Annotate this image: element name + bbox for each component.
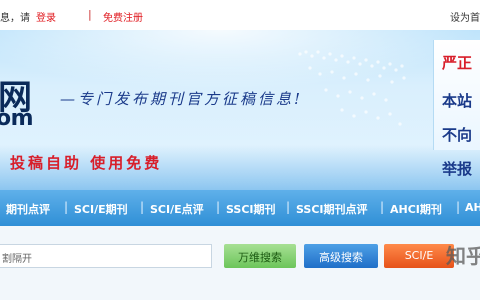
- nav-separator: |: [456, 200, 461, 214]
- nav-separator: |: [216, 200, 221, 214]
- notice-line-1: 严正: [442, 54, 473, 72]
- top-separator: |: [88, 8, 92, 21]
- zhihu-watermark: 知乎: [446, 244, 480, 268]
- notice-line-3: 不向: [442, 126, 473, 144]
- scie-search-button[interactable]: SCI/E: [384, 244, 454, 268]
- site-banner: 网 om —专门发布期刊官方征稿信息! 投稿自助 使用免费: [0, 30, 480, 190]
- nav-item-journal-review[interactable]: 期刊点评: [6, 201, 50, 217]
- set-homepage-link[interactable]: 设为首: [450, 9, 480, 24]
- nav-item-scie-journals[interactable]: SCI/E期刊: [74, 201, 128, 217]
- nav-separator: |: [140, 200, 145, 214]
- nav-separator: |: [64, 200, 69, 214]
- nav-item-ssci-review[interactable]: SSCI期刊点评: [296, 201, 368, 217]
- nav-separator: |: [286, 200, 291, 214]
- nav-item-scie-review[interactable]: SCI/E点评: [150, 201, 204, 217]
- login-link[interactable]: 登录: [36, 9, 56, 24]
- banner-tagline: 投稿自助 使用免费: [10, 154, 163, 172]
- main-nav: 期刊点评 | SCI/E期刊 | SCI/E点评 | SSCI期刊 | SSCI…: [0, 190, 480, 226]
- top-bar: 息，请 登录 | 免费注册 设为首: [0, 0, 480, 30]
- greeting-text: 息，请: [0, 13, 30, 24]
- site-logo-domain: om: [0, 106, 34, 131]
- register-link[interactable]: 免费注册: [103, 9, 143, 24]
- nav-separator: |: [380, 200, 385, 214]
- nav-item-ah[interactable]: AH: [465, 201, 480, 214]
- search-bar: 割隔开 万维搜索 高级搜索 SCI/E 知乎: [0, 226, 480, 300]
- nav-item-ssci-journals[interactable]: SSCI期刊: [226, 201, 276, 217]
- notice-line-2: 本站: [442, 92, 473, 110]
- wanwei-search-button[interactable]: 万维搜索: [224, 244, 296, 268]
- advanced-search-button[interactable]: 高级搜索: [304, 244, 378, 268]
- banner-slogan: —专门发布期刊官方征稿信息!: [60, 90, 304, 108]
- notice-line-4: 举报: [442, 160, 473, 178]
- nav-item-ahci-journals[interactable]: AHCI期刊: [390, 201, 442, 217]
- search-input[interactable]: 割隔开: [0, 244, 212, 268]
